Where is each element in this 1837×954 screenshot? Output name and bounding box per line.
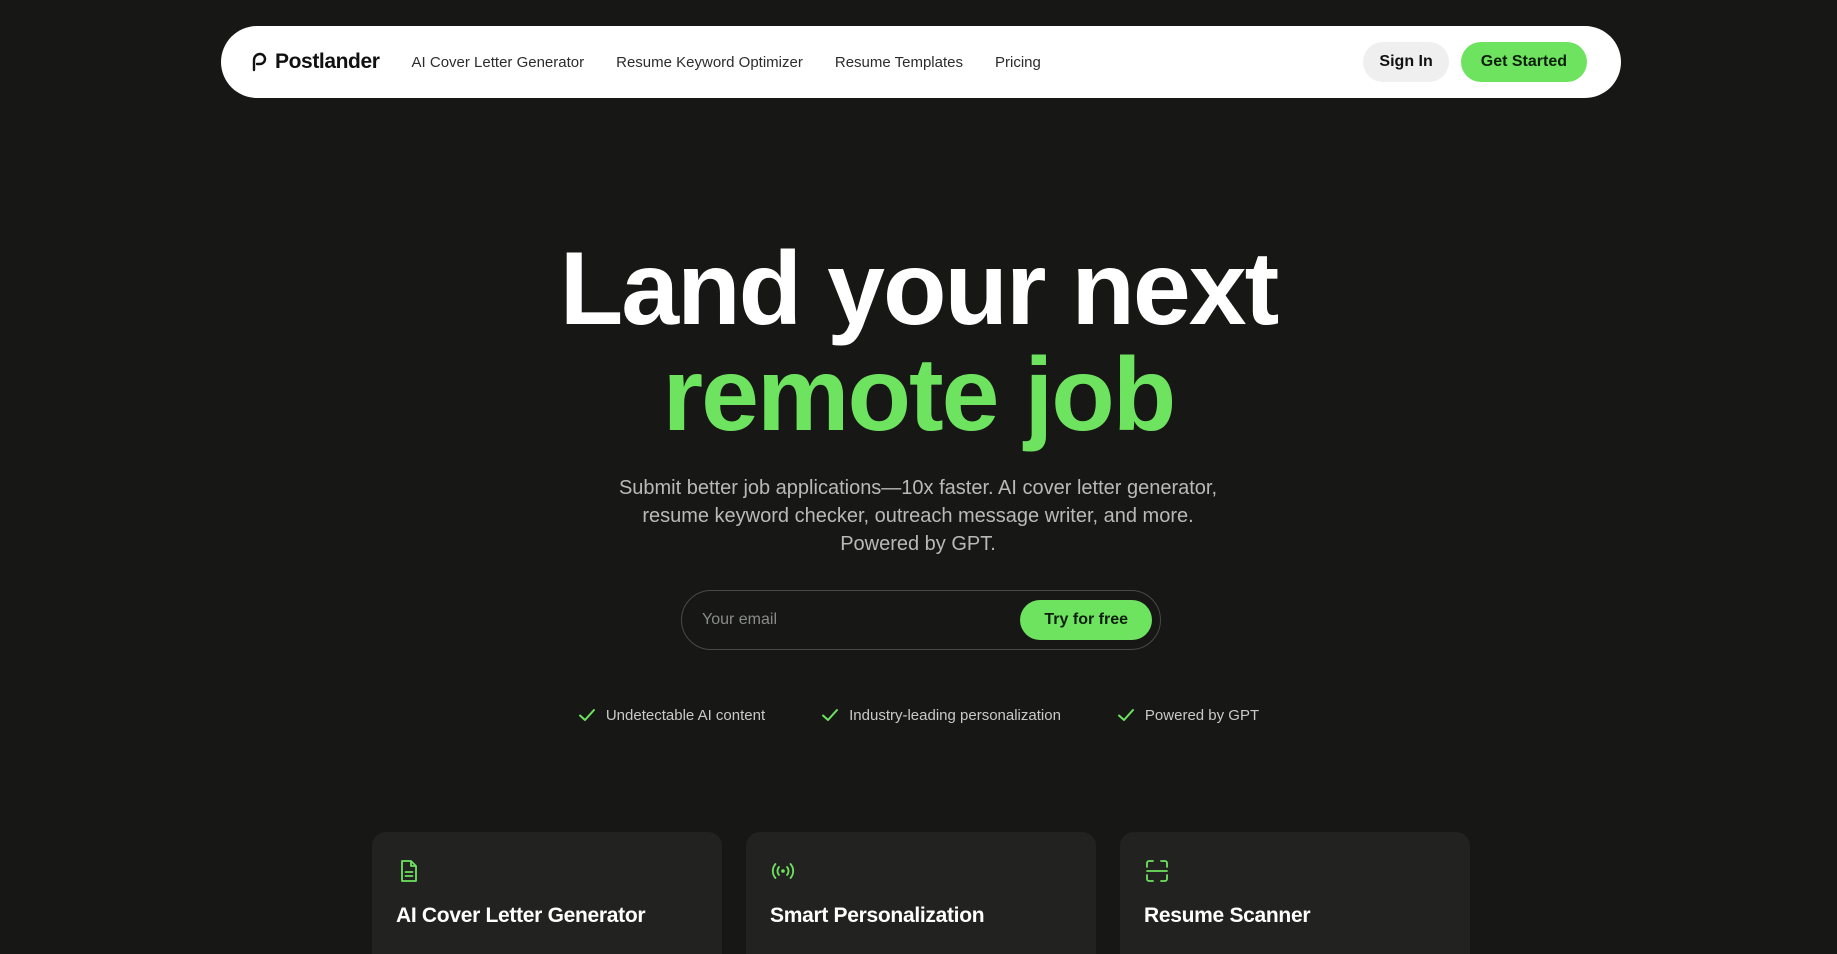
sign-in-button[interactable]: Sign In	[1363, 42, 1449, 82]
hero-title-line-1: Land your next	[559, 231, 1279, 347]
card-ai-cover-letter-generator[interactable]: AI Cover Letter Generator	[372, 832, 722, 954]
logo[interactable]: Postlander	[251, 50, 380, 74]
feature-list: Undetectable AI content Industry-leading…	[0, 706, 1837, 724]
check-icon	[822, 709, 839, 721]
feature-label: Industry-leading personalization	[849, 706, 1061, 724]
hero-subtitle: Submit better job applications—10x faste…	[618, 477, 1218, 555]
broadcast-icon	[771, 863, 795, 879]
logo-text: Postlander	[275, 50, 380, 73]
feature-item: Powered by GPT	[1117, 706, 1259, 724]
top-navigation-bar: Postlander AI Cover Letter Generator Res…	[221, 26, 1621, 98]
nav-link-resume-keyword-optimizer[interactable]: Resume Keyword Optimizer	[616, 54, 803, 71]
check-icon	[578, 709, 595, 721]
nav-link-resume-templates[interactable]: Resume Templates	[835, 54, 963, 71]
hero-title-line-2: remote job	[662, 337, 1177, 453]
nav-actions: Sign In Get Started	[1363, 42, 1587, 82]
scan-icon	[1146, 860, 1168, 882]
page: Postlander AI Cover Letter Generator Res…	[0, 0, 1837, 954]
card-smart-personalization[interactable]: Smart Personalization	[746, 832, 1096, 954]
check-icon	[1117, 709, 1134, 721]
card-title: Resume Scanner	[1144, 904, 1311, 927]
email-signup-form: Try for free	[681, 590, 1161, 650]
feature-item: Industry-leading personalization	[821, 706, 1061, 724]
email-input[interactable]	[702, 611, 1021, 629]
nav-link-ai-cover-letter-generator[interactable]: AI Cover Letter Generator	[412, 54, 585, 71]
feature-label: Powered by GPT	[1144, 706, 1260, 724]
try-for-free-button[interactable]: Try for free	[1020, 600, 1152, 640]
feature-cards: AI Cover Letter Generator Smart Personal…	[372, 832, 1470, 954]
hero-heading: Land your next remote job	[0, 236, 1837, 448]
nav-link-pricing[interactable]: Pricing	[995, 54, 1041, 71]
feature-item: Undetectable AI content	[578, 706, 765, 724]
feature-label: Undetectable AI content	[605, 706, 766, 724]
card-title: Smart Personalization	[770, 904, 985, 927]
nav-links: AI Cover Letter Generator Resume Keyword…	[412, 54, 1041, 71]
card-title: AI Cover Letter Generator	[396, 904, 646, 927]
card-resume-scanner[interactable]: Resume Scanner	[1120, 832, 1470, 954]
postlander-logo-icon	[252, 52, 267, 72]
get-started-button[interactable]: Get Started	[1460, 42, 1587, 82]
document-icon	[401, 860, 417, 882]
